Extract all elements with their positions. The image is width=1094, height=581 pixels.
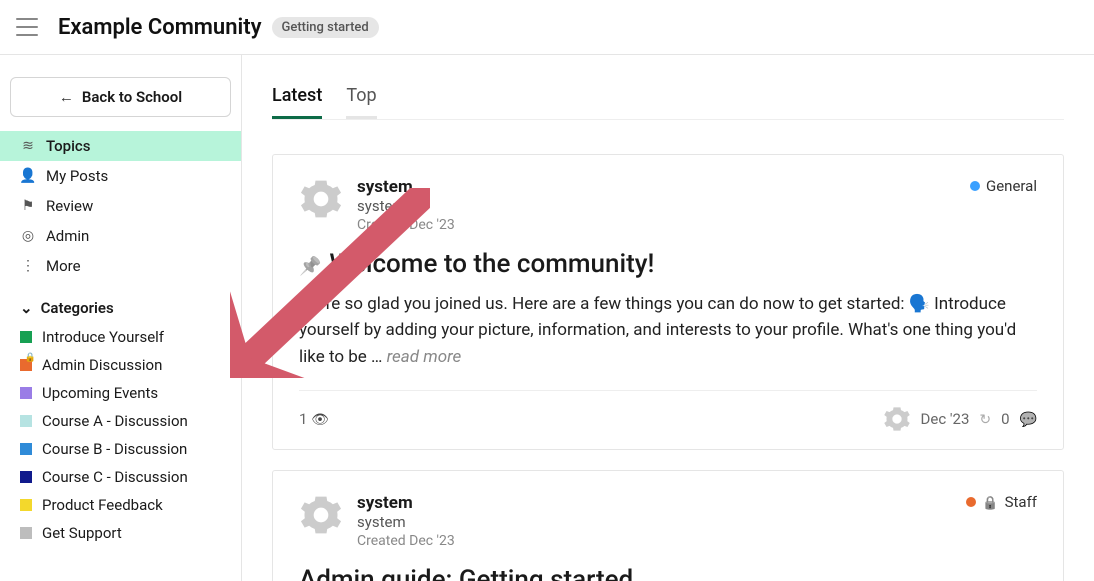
post-title-text: Welcome to the community! [329,249,654,279]
sidebar: Back to School ≋ Topics 👤 My Posts ⚑ Rev… [0,55,242,581]
category-course-b[interactable]: Course B - Discussion [0,435,241,463]
sidebar-item-admin[interactable]: ◎ Admin [0,221,241,251]
sidebar-item-label: More [46,257,81,275]
category-color-icon [20,415,32,427]
category-dot-icon [966,497,976,507]
post-category-label: Staff [1005,493,1037,511]
post-author-username: system [357,197,455,215]
pin-icon [299,249,321,279]
category-admin-discussion[interactable]: 🔒 Admin Discussion [0,351,241,379]
sidebar-item-label: My Posts [46,167,108,185]
post-title-text: Admin guide: Getting started [299,565,633,581]
more-icon: ⋮ [20,258,36,274]
post-author-username: system [357,513,455,531]
category-label: Introduce Yourself [42,328,164,346]
category-color-icon [20,387,32,399]
menu-toggle-icon[interactable] [16,18,38,36]
category-label: Get Support [42,524,122,542]
sidebar-item-review[interactable]: ⚑ Review [0,191,241,221]
post-category-chip[interactable]: General [970,177,1037,195]
sidebar-item-label: Review [46,197,93,215]
category-course-a[interactable]: Course A - Discussion [0,407,241,435]
categories-header[interactable]: ⌄ Categories [0,281,241,323]
category-dot-icon [970,181,980,191]
gear-avatar-icon [883,405,911,433]
feed-tabs: Latest Top [272,85,1064,120]
post-category-chip[interactable]: Staff [966,493,1037,511]
sidebar-item-label: Topics [46,137,90,155]
post-reply-count: 0 [1001,410,1009,428]
arrow-left-icon [59,88,74,106]
sidebar-item-my-posts[interactable]: 👤 My Posts [0,161,241,191]
back-button-label: Back to School [82,88,182,106]
post-views: 1 [299,410,329,428]
chevron-down-icon: ⌄ [20,299,33,317]
gear-avatar-icon [299,177,343,221]
category-label: Course A - Discussion [42,412,188,430]
category-label: Course C - Discussion [42,468,188,486]
post-category-label: General [986,177,1037,195]
post-created-date: Created Dec '23 [357,217,455,233]
main-content: Latest Top system system Created Dec '23 [242,55,1094,581]
category-introduce-yourself[interactable]: Introduce Yourself [0,323,241,351]
category-color-icon [20,527,32,539]
category-label: Admin Discussion [42,356,162,374]
sidebar-item-label: Admin [46,227,89,245]
back-to-school-button[interactable]: Back to School [10,77,231,117]
category-get-support[interactable]: Get Support [0,519,241,547]
post-author-name: system [357,493,455,513]
person-icon: 👤 [20,168,36,184]
flag-icon: ⚑ [20,198,36,214]
post-body: We're so glad you joined us. Here are a … [299,291,1037,370]
post-footer-date: Dec '23 [921,410,970,428]
community-title: Example Community [58,15,262,40]
reply-icon [1020,410,1037,428]
eye-icon [311,410,329,428]
topics-icon: ≋ [20,138,36,154]
admin-icon: ◎ [20,228,36,244]
speaking-head-icon: 🗣️ [909,294,930,314]
history-icon [979,410,991,428]
category-course-c[interactable]: Course C - Discussion [0,463,241,491]
topic-card[interactable]: system system Created Dec '23 General We… [272,154,1064,450]
topic-card[interactable]: system system Created Dec '23 Staff Admi… [272,470,1064,581]
sidebar-item-more[interactable]: ⋮ More [0,251,241,281]
lock-icon [982,493,998,511]
tab-top[interactable]: Top [346,85,376,119]
sidebar-item-topics[interactable]: ≋ Topics [0,131,241,161]
tab-latest[interactable]: Latest [272,85,322,119]
category-color-icon [20,331,32,343]
category-product-feedback[interactable]: Product Feedback [0,491,241,519]
category-label: Course B - Discussion [42,440,187,458]
category-label: Product Feedback [42,496,163,514]
status-badge: Getting started [272,17,379,38]
categories-header-label: Categories [41,299,114,317]
category-color-icon [20,443,32,455]
read-more-link[interactable]: read more [387,347,462,367]
category-color-icon: 🔒 [20,359,32,371]
gear-avatar-icon [299,493,343,537]
category-color-icon [20,499,32,511]
post-created-date: Created Dec '23 [357,533,455,549]
lock-icon: 🔒 [25,353,36,363]
category-color-icon [20,471,32,483]
category-upcoming-events[interactable]: Upcoming Events [0,379,241,407]
post-author-name: system [357,177,455,197]
category-label: Upcoming Events [42,384,158,402]
